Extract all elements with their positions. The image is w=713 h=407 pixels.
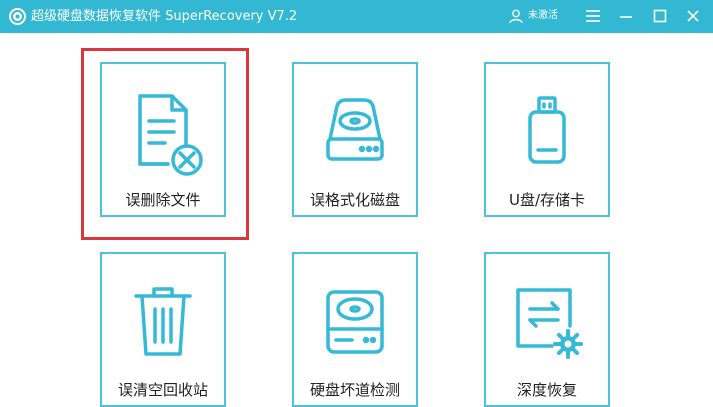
maximize-button[interactable] [647,4,673,28]
card-label: 误清空回收站 [117,381,208,399]
menu-icon [586,10,600,22]
card-label: 硬盘坏道检测 [309,381,400,399]
hard-disk-icon [326,98,384,161]
usb-drive-icon [528,96,566,164]
disk-check-icon [326,290,384,354]
user-account[interactable]: 未激活 [508,7,558,25]
title-bar: 超级硬盘数据恢复软件 SuperRecovery V7.2 未激活 [0,0,713,33]
maximize-icon [653,9,667,23]
close-icon [687,10,699,22]
selection-highlight [81,48,249,240]
window-title: 超级硬盘数据恢复软件 SuperRecovery V7.2 [31,9,298,24]
close-button[interactable] [680,4,706,28]
menu-button[interactable] [580,4,606,28]
activation-status: 未激活 [528,10,558,21]
card-usb-memory[interactable]: U盘/存储卡 [484,62,610,217]
card-formatted-disk[interactable]: 误格式化磁盘 [292,62,418,217]
deep-recovery-icon [516,288,583,359]
card-label: U盘/存储卡 [508,191,586,209]
minimize-icon [620,16,632,18]
minimize-button[interactable] [613,4,639,28]
app-logo-icon [9,8,26,25]
user-icon [509,9,523,24]
trash-icon [134,287,192,356]
card-deep-recovery[interactable]: 深度恢复 [484,252,610,407]
card-label: 误格式化磁盘 [309,191,400,209]
card-recycle-bin[interactable]: 误清空回收站 [100,252,226,407]
card-label: 深度恢复 [516,381,577,399]
card-bad-sector-check[interactable]: 硬盘坏道检测 [292,252,418,407]
